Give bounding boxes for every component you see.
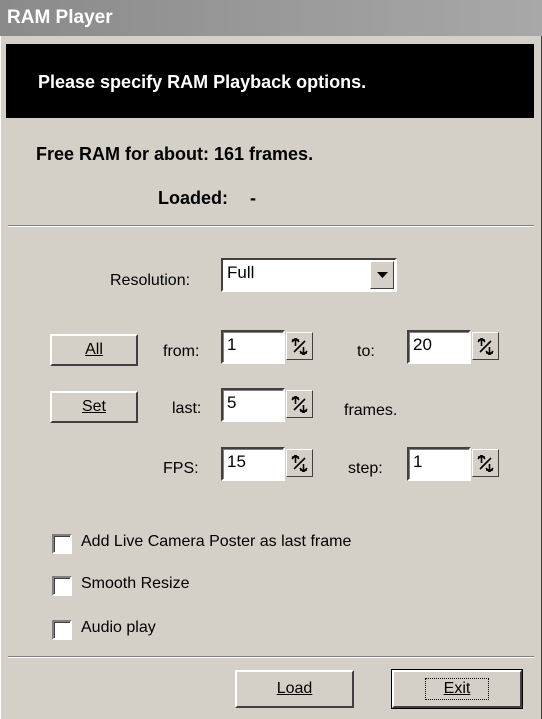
last-input[interactable]: 5 [221, 388, 285, 422]
all-button-label: All [85, 341, 103, 358]
window-frame-right [534, 36, 542, 719]
to-spinner-arrows-icon[interactable] [472, 332, 499, 360]
from-label: from: [163, 343, 200, 360]
resolution-dropdown[interactable]: Full [221, 258, 397, 292]
separator-bottom [8, 656, 534, 658]
load-button-label: Load [276, 680, 313, 697]
step-spinner-arrows-icon[interactable] [472, 449, 499, 477]
window-title-bar: RAM Player [0, 0, 542, 36]
header-text: Please specify RAM Playback options. [38, 72, 367, 92]
resolution-value: Full [227, 263, 255, 282]
exit-button-label: Exit [424, 678, 490, 700]
smooth-resize-label[interactable]: Smooth Resize [81, 575, 190, 593]
last-value: 5 [227, 393, 237, 412]
fps-spinner-arrows-icon[interactable] [286, 449, 313, 477]
set-button-label: Set [81, 398, 106, 415]
fps-input[interactable]: 15 [221, 447, 285, 481]
window-frame-left [0, 36, 6, 719]
last-spinner-arrows-icon[interactable] [286, 390, 313, 418]
from-value: 1 [227, 335, 237, 354]
audio-play-checkbox[interactable] [52, 620, 72, 640]
to-label: to: [357, 343, 375, 360]
resolution-label: Resolution: [110, 272, 191, 289]
from-input[interactable]: 1 [221, 330, 285, 364]
smooth-resize-checkbox[interactable] [52, 576, 72, 596]
fps-label: FPS: [163, 460, 199, 477]
free-ram-text: Free RAM for about: 161 frames. [36, 144, 314, 164]
live-camera-poster-checkbox[interactable] [52, 534, 72, 554]
loaded-label: Loaded: [158, 188, 228, 208]
to-value: 20 [413, 335, 432, 354]
step-input[interactable]: 1 [407, 447, 471, 481]
audio-play-label[interactable]: Audio play [81, 619, 156, 637]
last-label: last: [172, 400, 202, 417]
to-input[interactable]: 20 [407, 330, 471, 364]
from-spinner-arrows-icon[interactable] [286, 332, 313, 360]
header-banner: Please specify RAM Playback options. [6, 44, 534, 118]
separator-top [8, 225, 534, 227]
dropdown-arrow-icon[interactable] [370, 261, 394, 289]
load-button[interactable]: Load [235, 670, 354, 708]
frames-label: frames. [344, 402, 398, 419]
live-camera-poster-label[interactable]: Add Live Camera Poster as last frame [81, 533, 351, 551]
exit-button[interactable]: Exit [391, 669, 523, 709]
all-button[interactable]: All [50, 334, 138, 366]
window-title: RAM Player [7, 7, 113, 28]
set-button[interactable]: Set [50, 391, 138, 423]
fps-value: 15 [227, 452, 246, 471]
loaded-value: - [250, 188, 256, 208]
step-value: 1 [413, 452, 423, 471]
step-label: step: [348, 460, 383, 477]
